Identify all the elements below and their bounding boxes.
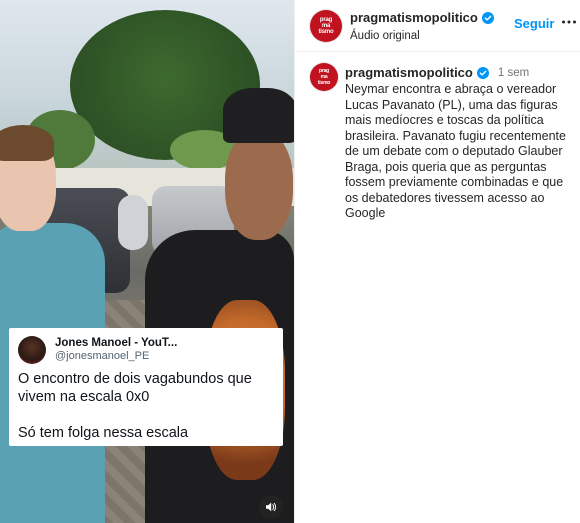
post-timestamp[interactable]: 1 sem	[498, 67, 529, 79]
post-header: prag ma tismo pragmatismopolitico Áudio …	[295, 0, 580, 52]
quote-line: Só tem folga nessa escala	[18, 425, 189, 441]
video-person-left	[0, 125, 105, 523]
caption-avatar[interactable]: prag ma tismo	[310, 63, 338, 91]
quote-author-handle: @jonesmanoel_PE	[55, 350, 150, 362]
caption-text: Neymar encontra e abraça o vereador Luca…	[345, 82, 570, 220]
quoted-post-card: Jones Manoel - YouT... @jonesmanoel_PE O…	[9, 328, 283, 446]
account-username-link[interactable]: pragmatismopolitico	[350, 10, 494, 25]
mute-toggle-button[interactable]	[259, 495, 283, 519]
follow-button[interactable]: Seguir	[514, 16, 554, 31]
quote-avatar	[18, 336, 46, 364]
quote-line: O encontro de dois vagabundos que vivem …	[18, 371, 252, 405]
account-username: pragmatismopolitico	[350, 10, 478, 25]
more-options-icon[interactable]	[561, 14, 577, 30]
verified-badge-icon	[476, 66, 489, 79]
speaker-icon	[266, 502, 276, 512]
reel-video[interactable]: Jones Manoel - YouT... @jonesmanoel_PE O…	[0, 0, 294, 523]
quote-text: O encontro de dois vagabundos que vivem …	[18, 370, 275, 442]
caption-username: pragmatismopolitico	[345, 65, 473, 80]
video-person-right	[145, 80, 294, 523]
panel-divider	[294, 0, 295, 523]
caption-username-link[interactable]: pragmatismopolitico	[345, 65, 489, 80]
verified-badge-icon	[481, 11, 494, 24]
quote-author-name: Jones Manoel - YouT...	[55, 337, 178, 349]
audio-link[interactable]: Áudio original	[350, 30, 494, 42]
account-avatar[interactable]: prag ma tismo	[310, 9, 342, 42]
video-car	[118, 195, 148, 250]
